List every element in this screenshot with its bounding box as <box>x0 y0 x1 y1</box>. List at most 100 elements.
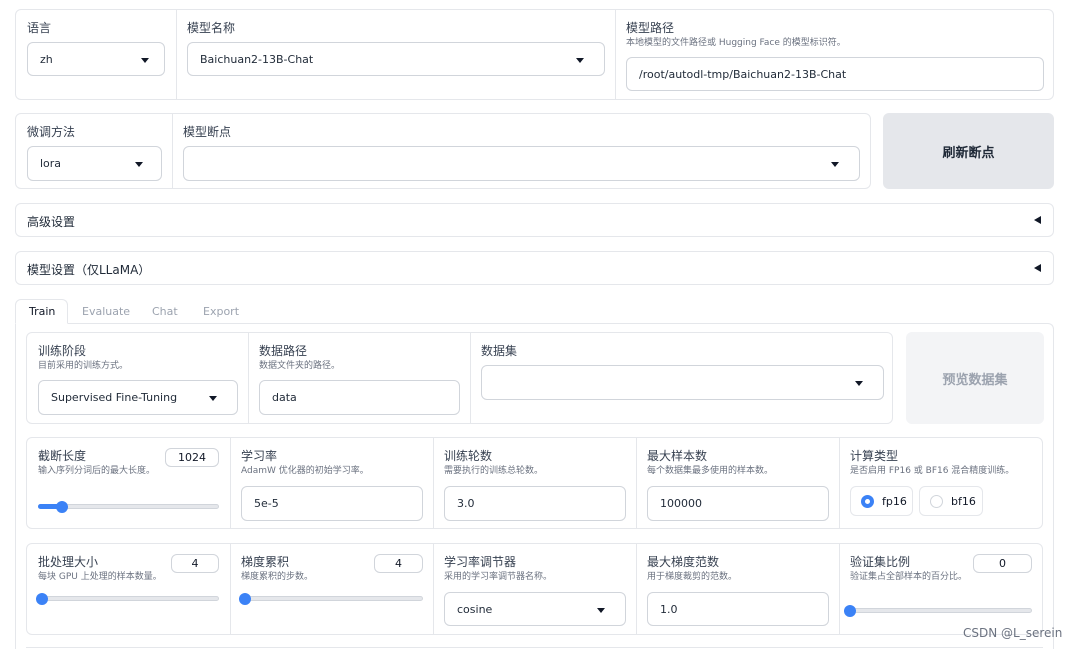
grad-accum-slider-thumb[interactable] <box>238 593 251 605</box>
checkpoint-dropdown[interactable] <box>183 146 860 181</box>
epochs-input[interactable]: 3.0 <box>444 486 626 521</box>
max-grad-norm-input[interactable]: 1.0 <box>647 592 829 626</box>
tab-chat[interactable]: Chat <box>152 305 178 318</box>
divider <box>470 333 471 423</box>
batch-size-label: 批处理大小 <box>38 555 99 569</box>
learning-rate-info: AdamW 优化器的初始学习率。 <box>241 466 369 476</box>
train-stage-value: Supervised Fine-Tuning <box>51 391 178 404</box>
tab-evaluate[interactable]: Evaluate <box>82 305 130 318</box>
llama-settings-accordion[interactable]: 模型设置（仅LLaMA） <box>15 251 1054 285</box>
language-dropdown[interactable]: zh <box>27 42 165 76</box>
preview-dataset-label: 预览数据集 <box>942 372 1008 388</box>
chevron-down-icon <box>135 162 143 167</box>
val-size-value: 0 <box>999 557 1006 570</box>
epochs-label: 训练轮数 <box>444 449 493 463</box>
batch-size-slider-track[interactable] <box>38 596 219 601</box>
divider <box>839 438 840 528</box>
chevron-down-icon <box>209 396 217 401</box>
refresh-checkpoint-button[interactable]: 刷新断点 <box>883 113 1054 189</box>
chevron-down-icon <box>141 58 149 63</box>
finetune-method-value: lora <box>40 157 62 170</box>
watermark: CSDN @L_serein <box>963 626 1063 640</box>
data-dir-value: data <box>272 391 297 404</box>
collapse-arrow-icon <box>1034 216 1041 224</box>
batch-size-slider-thumb[interactable] <box>35 593 48 605</box>
hyperparams-row-1: 截断长度 1024 输入序列分词后的最大长度。 学习率 AdamW 优化器的初始… <box>26 437 1043 529</box>
cutoff-len-value: 1024 <box>178 451 206 464</box>
compute-type-fp16-radio[interactable]: fp16 <box>850 486 913 516</box>
cutoff-len-label: 截断长度 <box>38 449 87 463</box>
model-path-info: 本地模型的文件路径或 Hugging Face 的模型标识符。 <box>626 38 846 48</box>
collapse-arrow-icon <box>1034 264 1041 272</box>
grad-accum-value: 4 <box>395 557 402 570</box>
divider <box>615 10 616 99</box>
model-name-dropdown[interactable]: Baichuan2-13B-Chat <box>187 42 605 76</box>
data-dir-info: 数据文件夹的路径。 <box>259 361 341 371</box>
grad-accum-info: 梯度累积的步数。 <box>241 572 314 582</box>
train-stage-info: 目前采用的训练方式。 <box>38 361 129 371</box>
train-stage-dropdown[interactable]: Supervised Fine-Tuning <box>38 380 238 415</box>
lr-scheduler-value: cosine <box>457 602 493 616</box>
model-path-label: 模型路径 <box>626 21 675 35</box>
val-size-slider-track[interactable] <box>850 608 1032 613</box>
compute-type-bf16-radio[interactable]: bf16 <box>919 486 983 516</box>
val-size-info: 验证集占全部样本的百分比。 <box>850 572 968 582</box>
radio-selected-icon <box>861 494 874 508</box>
divider <box>230 438 231 528</box>
grad-accum-slider-track[interactable] <box>241 596 423 601</box>
llama-settings-title: 模型设置（仅LLaMA） <box>27 263 151 277</box>
radio-unselected-icon <box>930 494 943 508</box>
checkpoint-label: 模型断点 <box>183 125 232 139</box>
divider <box>248 333 249 423</box>
divider <box>636 544 637 634</box>
divider <box>839 544 840 634</box>
learning-rate-value: 5e-5 <box>254 497 279 510</box>
max-grad-norm-info: 用于梯度裁剪的范数。 <box>647 572 738 582</box>
lr-scheduler-info: 采用的学习率调节器名称。 <box>444 572 553 582</box>
model-config-row: 语言 zh 模型名称 Baichuan2-13B-Chat 模型路径 本地模型的… <box>15 9 1054 100</box>
tab-export[interactable]: Export <box>203 305 239 318</box>
preview-dataset-button[interactable]: 预览数据集 <box>906 332 1044 424</box>
divider <box>433 544 434 634</box>
val-size-label: 验证集比例 <box>850 555 911 569</box>
data-dir-input[interactable]: data <box>259 380 460 415</box>
batch-size-number[interactable]: 4 <box>171 554 219 573</box>
chevron-down-icon <box>576 58 584 63</box>
lr-scheduler-label: 学习率调节器 <box>444 555 517 569</box>
language-value: zh <box>40 52 53 66</box>
tab-train-label: Train <box>29 305 56 318</box>
learning-rate-label: 学习率 <box>241 449 278 463</box>
model-name-value: Baichuan2-13B-Chat <box>200 52 314 66</box>
val-size-slider-thumb[interactable] <box>844 605 856 617</box>
lr-scheduler-dropdown[interactable]: cosine <box>444 592 626 626</box>
bottom-divider <box>26 647 1043 648</box>
model-name-label: 模型名称 <box>187 21 236 35</box>
dataset-label: 数据集 <box>481 344 518 358</box>
train-stage-label: 训练阶段 <box>38 344 87 358</box>
model-path-input[interactable]: /root/autodl-tmp/Baichuan2-13B-Chat <box>626 57 1044 91</box>
finetune-row: 微调方法 lora 模型断点 <box>15 113 871 189</box>
cutoff-len-number[interactable]: 1024 <box>165 448 219 467</box>
finetune-method-dropdown[interactable]: lora <box>27 146 162 181</box>
epochs-info: 需要执行的训练总轮数。 <box>444 466 544 476</box>
learning-rate-input[interactable]: 5e-5 <box>241 486 423 521</box>
cutoff-len-slider-thumb[interactable] <box>55 501 68 513</box>
model-path-value: /root/autodl-tmp/Baichuan2-13B-Chat <box>639 67 847 81</box>
advanced-settings-accordion[interactable]: 高级设置 <box>15 203 1054 237</box>
batch-size-info: 每块 GPU 上处理的样本数量。 <box>38 572 162 582</box>
grad-accum-number[interactable]: 4 <box>374 554 423 573</box>
max-grad-norm-label: 最大梯度范数 <box>647 555 720 569</box>
chevron-down-icon <box>855 381 863 386</box>
max-samples-label: 最大样本数 <box>647 449 708 463</box>
advanced-settings-title: 高级设置 <box>27 215 76 229</box>
compute-type-info: 是否启用 FP16 或 BF16 混合精度训练。 <box>850 466 1015 476</box>
divider <box>636 438 637 528</box>
divider <box>172 114 173 188</box>
hyperparams-row-2: 批处理大小 4 每块 GPU 上处理的样本数量。 梯度累积 4 梯度累积的步数。… <box>26 543 1043 635</box>
dataset-dropdown[interactable] <box>481 365 884 400</box>
epochs-value: 3.0 <box>457 497 475 510</box>
max-samples-value: 100000 <box>660 497 702 510</box>
chevron-down-icon <box>597 608 605 613</box>
max-samples-input[interactable]: 100000 <box>647 486 829 521</box>
val-size-number[interactable]: 0 <box>973 554 1032 573</box>
